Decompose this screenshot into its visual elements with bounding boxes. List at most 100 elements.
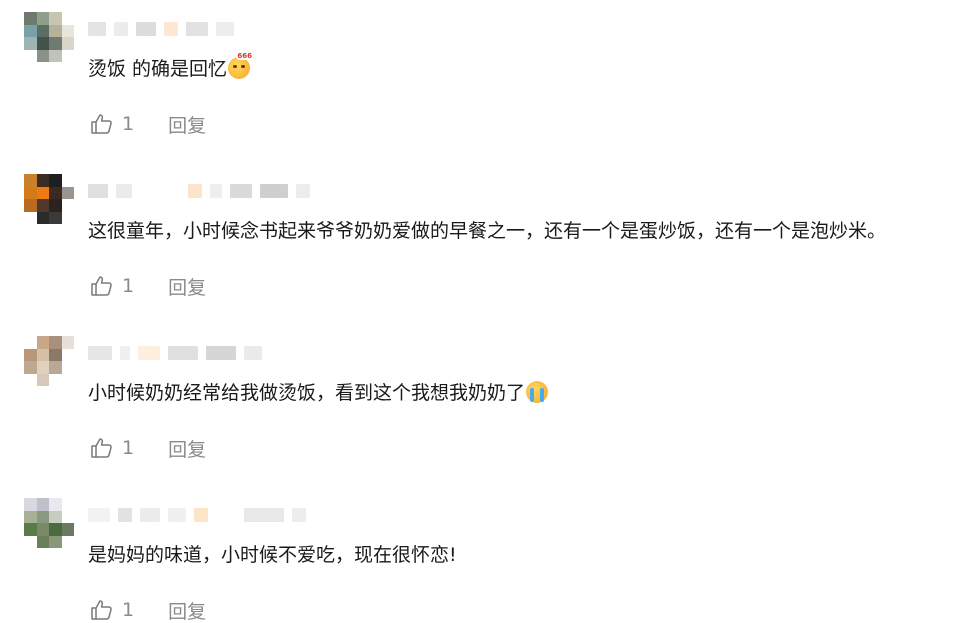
avatar-mosaic-cell [49, 12, 62, 25]
avatar-mosaic-cell [24, 24, 37, 37]
avatar-mosaic-cell [61, 348, 74, 361]
avatar[interactable] [24, 12, 74, 62]
avatar-mosaic-cell [36, 24, 49, 37]
thumbs-up-icon [91, 276, 112, 296]
avatar-mosaic-cell [36, 186, 49, 199]
avatar-mosaic-cell [24, 174, 37, 187]
avatar-mosaic-cell [61, 24, 74, 37]
like-count: 1 [122, 113, 135, 135]
avatar-mosaic-cell [36, 535, 49, 548]
avatar-mosaic-cell [24, 535, 37, 548]
username-blurred[interactable] [88, 342, 262, 364]
avatar-mosaic-cell [61, 12, 74, 25]
avatar-mosaic-cell [49, 373, 62, 386]
avatar-mosaic-cell [36, 498, 49, 511]
avatar-mosaic-cell [49, 211, 62, 224]
avatar-mosaic-cell [24, 211, 37, 224]
avatar-mosaic-cell [49, 510, 62, 523]
comment-actions: 1 回复 [90, 110, 206, 138]
comment-item: 烫饭 的确是回忆 666 1 回复 [0, 12, 979, 152]
username-blurred[interactable] [88, 18, 234, 40]
avatar-mosaic-cell [36, 37, 49, 50]
avatar-mosaic-cell [61, 186, 74, 199]
comment-text: 是妈妈的味道，小时候不爱吃，现在很怀恋! [88, 542, 457, 568]
avatar-mosaic-cell [24, 37, 37, 50]
avatar-mosaic-cell [61, 199, 74, 212]
emoji-badge-text: 666 [236, 52, 254, 60]
like-button[interactable]: 1 [90, 598, 134, 622]
avatar-mosaic-cell [36, 49, 49, 62]
like-count: 1 [122, 437, 135, 459]
like-button[interactable]: 1 [90, 112, 134, 136]
avatar-mosaic-cell [49, 37, 62, 50]
avatar-mosaic-cell [24, 12, 37, 25]
avatar-mosaic-cell [49, 336, 62, 349]
avatar-mosaic-cell [61, 211, 74, 224]
avatar-mosaic-cell [36, 12, 49, 25]
avatar-mosaic-cell [61, 535, 74, 548]
avatar[interactable] [24, 336, 74, 386]
like-button[interactable]: 1 [90, 436, 134, 460]
avatar-mosaic-cell [24, 186, 37, 199]
comment-item: 小时候奶奶经常给我做烫饭，看到这个我想我奶奶了 1 回复 [0, 336, 979, 476]
avatar-mosaic-cell [49, 348, 62, 361]
thumbs-up-icon [91, 438, 112, 458]
avatar-mosaic-cell [61, 498, 74, 511]
avatar-mosaic-cell [49, 535, 62, 548]
reply-button[interactable]: 回复 [168, 273, 206, 300]
avatar-mosaic-cell [61, 336, 74, 349]
avatar-mosaic-cell [61, 523, 74, 536]
avatar[interactable] [24, 174, 74, 224]
crying-face-emoji [526, 381, 549, 403]
avatar-mosaic-cell [24, 348, 37, 361]
avatar-mosaic-cell [24, 523, 37, 536]
like-button[interactable]: 1 [90, 274, 134, 298]
avatar-mosaic-cell [24, 336, 37, 349]
avatar-mosaic-cell [24, 373, 37, 386]
comment-text: 小时候奶奶经常给我做烫饭，看到这个我想我奶奶了 [88, 380, 549, 406]
comment-text: 这很童年，小时候念书起来爷爷奶奶爱做的早餐之一，还有一个是蛋炒饭，还有一个是泡炒… [88, 218, 886, 244]
avatar-mosaic-cell [24, 361, 37, 374]
comment-actions: 1 回复 [90, 596, 206, 623]
comment-item: 是妈妈的味道，小时候不爱吃，现在很怀恋! 1 回复 [0, 498, 979, 623]
avatar-mosaic-cell [49, 498, 62, 511]
thumbs-up-icon [91, 114, 112, 134]
comment-item: 这很童年，小时候念书起来爷爷奶奶爱做的早餐之一，还有一个是蛋炒饭，还有一个是泡炒… [0, 174, 979, 314]
reply-button[interactable]: 回复 [168, 435, 206, 462]
avatar-mosaic-cell [36, 336, 49, 349]
username-blurred[interactable] [88, 504, 306, 526]
username-blurred[interactable] [88, 180, 310, 202]
avatar-mosaic-cell [36, 348, 49, 361]
avatar-mosaic-cell [49, 174, 62, 187]
comment-feed: 烫饭 的确是回忆 666 1 回复 这很童年，小时候念书起来爷爷奶奶爱做的早餐之一… [0, 0, 979, 623]
comment-body: 烫饭 的确是回忆 [88, 58, 228, 80]
comment-actions: 1 回复 [90, 434, 206, 462]
avatar-mosaic-cell [49, 49, 62, 62]
comment-body: 小时候奶奶经常给我做烫饭，看到这个我想我奶奶了 [88, 382, 526, 404]
comment-actions: 1 回复 [90, 272, 206, 300]
reply-button[interactable]: 回复 [168, 111, 206, 138]
avatar-mosaic-cell [24, 510, 37, 523]
avatar-mosaic-cell [36, 373, 49, 386]
thinking-face-666-emoji: 666 [228, 52, 254, 79]
avatar-mosaic-cell [61, 510, 74, 523]
avatar-mosaic-cell [24, 199, 37, 212]
avatar-mosaic-cell [24, 49, 37, 62]
avatar-mosaic-cell [49, 199, 62, 212]
avatar-mosaic-cell [36, 174, 49, 187]
avatar-mosaic-cell [36, 510, 49, 523]
avatar-mosaic-cell [36, 361, 49, 374]
thumbs-up-icon [91, 600, 112, 620]
avatar-mosaic-cell [49, 523, 62, 536]
avatar-mosaic-cell [49, 361, 62, 374]
avatar-mosaic-cell [36, 523, 49, 536]
avatar-mosaic-cell [61, 37, 74, 50]
avatar[interactable] [24, 498, 74, 548]
avatar-mosaic-cell [36, 211, 49, 224]
like-count: 1 [122, 599, 135, 621]
comment-text: 烫饭 的确是回忆 666 [88, 52, 254, 82]
avatar-mosaic-cell [61, 174, 74, 187]
avatar-mosaic-cell [61, 373, 74, 386]
like-count: 1 [122, 275, 135, 297]
reply-button[interactable]: 回复 [168, 597, 206, 623]
